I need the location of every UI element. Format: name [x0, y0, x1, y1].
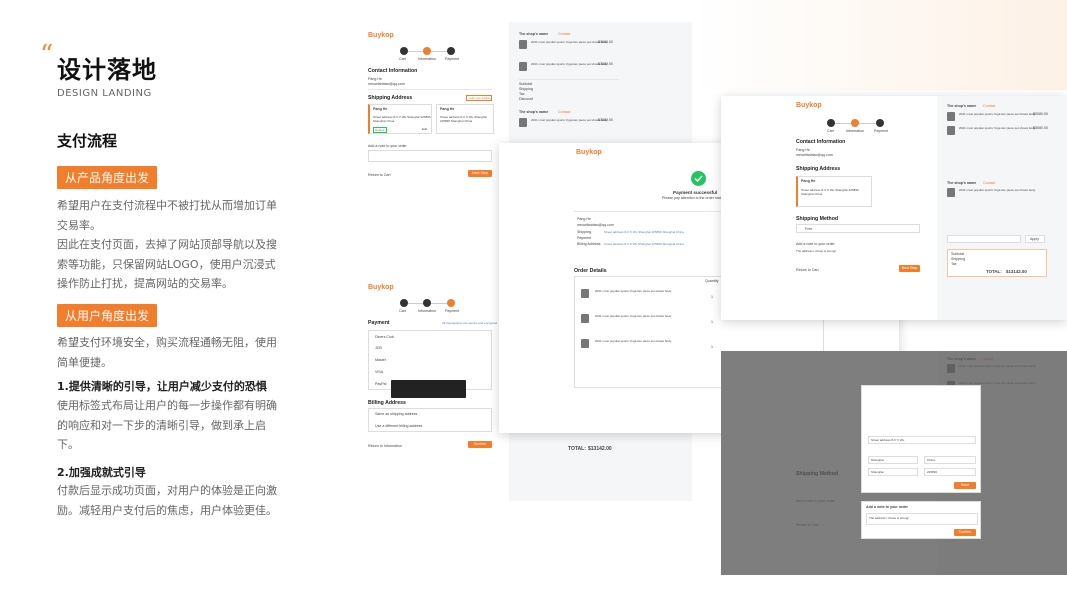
order-details-heading: Order Details [574, 268, 607, 274]
para-guide: 使用标签式布局让用户的每一步操作都有明确的响应和对一下步的清晰引导，做到承上启下… [57, 399, 277, 451]
para-achievement: 付款后显示成功页面，对用户的体验是正向激励。减轻用户支付后的焦虑，用户体验更佳。 [57, 484, 277, 517]
quote-mark-icon: “ [40, 40, 54, 70]
shipping-option[interactable]: Free [796, 224, 920, 233]
billing-options[interactable]: Same as shipping address Use a different… [368, 408, 492, 432]
step-information [423, 47, 431, 55]
address-modal: Street address 8-3 Yi Wu Shanghai China … [861, 385, 981, 493]
next-step-button[interactable]: Next Step [468, 170, 492, 177]
note-input[interactable] [368, 150, 492, 162]
para-user: 希望支付环境安全，购买流程通畅无阻，使用简单便捷。 [57, 336, 277, 369]
logo: Buykop [796, 102, 822, 109]
billing-heading: Billing Address [368, 400, 406, 406]
return-cart-link[interactable]: Return to Cart [796, 268, 819, 272]
shipping-heading: Shipping Address [368, 95, 413, 101]
return-info-link[interactable]: Return to Information [368, 444, 402, 448]
payment-heading: Payment [368, 320, 390, 326]
zip-field[interactable]: 225896 [924, 468, 976, 476]
tooltip [391, 380, 466, 398]
screen-modal: The shop's name Contact 2021 most popula… [721, 351, 1067, 575]
logo: Buykop [368, 32, 394, 39]
para-product: 希望用户在支付流程中不被打扰从而增加订单交易率。 因此在支付页面，去掉了网站顶部… [57, 199, 277, 290]
contact-heading: Contact Information [368, 68, 418, 74]
page-subtitle: DESIGN LANDING [57, 88, 152, 99]
section-title: 支付流程 [57, 132, 118, 150]
save-address-button[interactable]: Save [954, 482, 976, 489]
success-check-icon [691, 171, 706, 186]
logo: Buykop [576, 149, 602, 156]
note-textarea[interactable]: The address I chose is wrong! [866, 513, 978, 525]
state-select[interactable]: Shanghai [868, 468, 918, 476]
next-step-button[interactable]: Next Step [899, 265, 920, 272]
step-cart [400, 47, 408, 55]
address-card[interactable]: Pang He Street address 8-3 Yi Wu Shangha… [796, 176, 872, 207]
city-field[interactable]: Shanghai [868, 456, 918, 464]
bg-accent [690, 0, 1067, 90]
logo: Buykop [368, 284, 394, 291]
heading-guide: 1.提供清晰的引导，让用户减少支付的恐惧 [57, 380, 267, 393]
step-payment-active [447, 299, 455, 307]
note-modal: Add a note to your order The address I c… [861, 501, 981, 539]
step-payment [447, 47, 455, 55]
tag-user: 从用户角度出发 [57, 304, 158, 327]
address-card-2[interactable]: Pang He Street address 8-3 Yi Wu Shangha… [436, 104, 494, 134]
page-title: 设计落地 [57, 56, 157, 84]
tag-product: 从产品角度出发 [57, 166, 158, 189]
totals-box: Subtotal Shipping Tax TOTAL: $13142.00 [947, 249, 1047, 277]
screen-shipping-method: Buykop Cart Information Payment Contact … [721, 96, 1067, 320]
success-title: Payment successful [673, 190, 718, 195]
address-card[interactable]: Pang He Street address 8-3 Yi Wu Shangha… [368, 104, 432, 134]
coupon-input[interactable] [947, 235, 1021, 243]
return-cart-link[interactable]: Return to Cart [368, 173, 391, 177]
confirm-button[interactable]: Confirm [468, 441, 492, 448]
add-address-button[interactable]: Add new address [466, 95, 492, 101]
apply-button[interactable]: Apply [1025, 235, 1045, 243]
street-field[interactable]: Street address 8-3 Yi Wu [868, 436, 976, 444]
heading-achievement: 2.加强成就式引导 [57, 466, 146, 479]
country-field[interactable]: China [924, 456, 976, 464]
note-confirm-button[interactable]: Confirm [954, 529, 976, 536]
